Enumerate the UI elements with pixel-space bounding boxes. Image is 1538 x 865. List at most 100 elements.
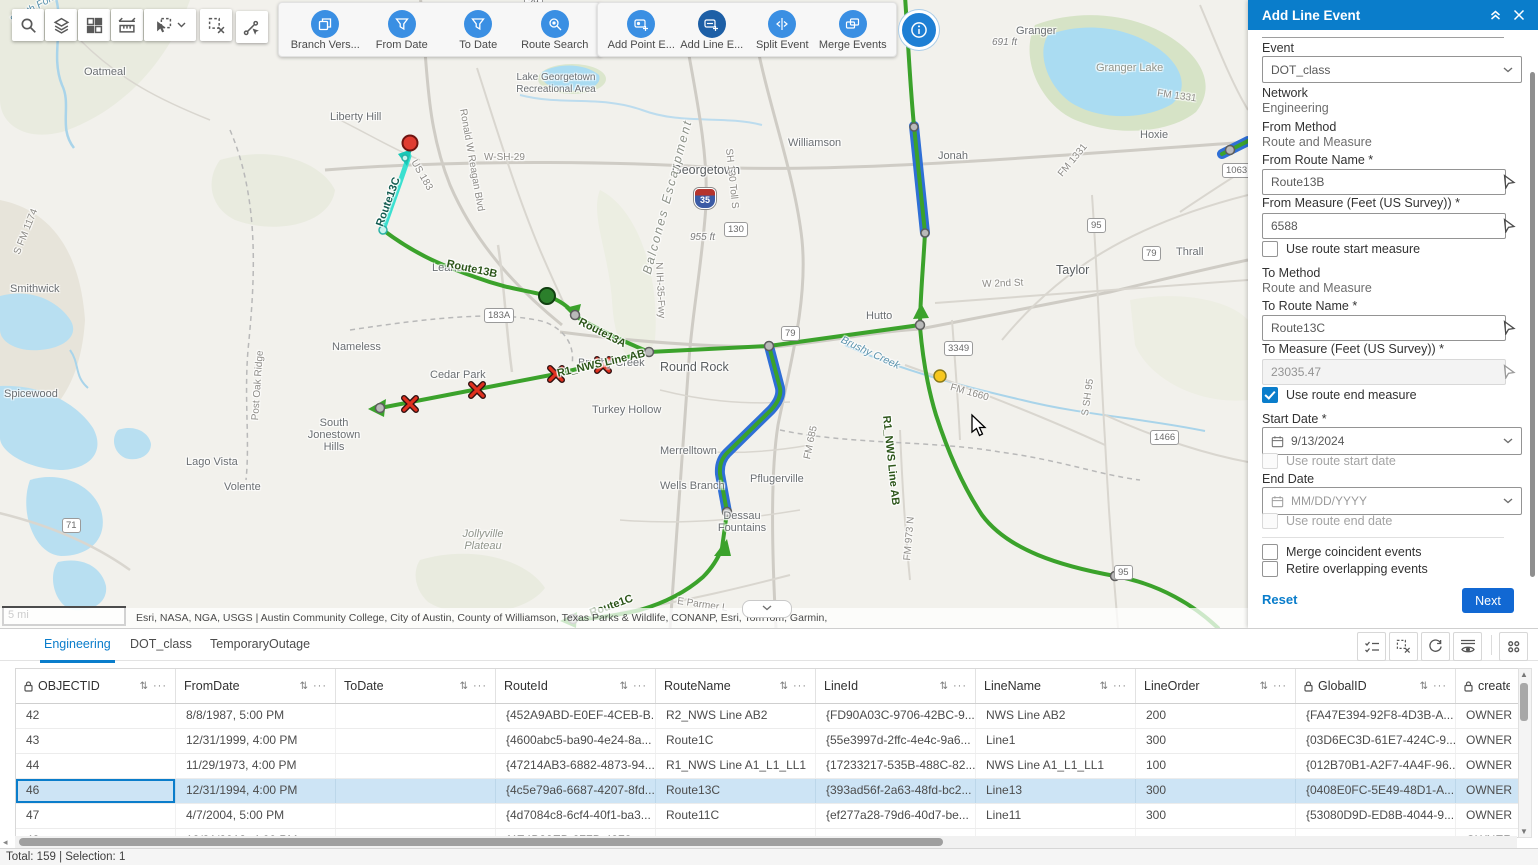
column-header-routeid[interactable]: RouteId⇅··· [496, 669, 656, 703]
column-header-linename[interactable]: LineName⇅··· [976, 669, 1136, 703]
pick-to-route-button[interactable] [1500, 316, 1518, 338]
pick-from-route-button[interactable] [1500, 170, 1518, 192]
sort-icon[interactable]: ⇅ [780, 681, 788, 692]
retire-overlapping-events-checkbox[interactable]: Retire overlapping events [1262, 561, 1428, 577]
tab-temporary-outage[interactable]: TemporaryOutage [206, 629, 314, 660]
clear-selection-button[interactable] [200, 9, 232, 41]
table-vertical-scrollbar[interactable]: ▲ ▼ [1518, 668, 1532, 838]
town-label: Hoxie [1140, 129, 1168, 141]
select-button[interactable] [144, 9, 196, 41]
refresh-button[interactable] [1421, 632, 1450, 661]
sort-icon[interactable]: ⇅ [1260, 681, 1268, 692]
map-pointer-icon [1502, 218, 1516, 233]
route-shield: 3349 [944, 341, 973, 356]
red-point-marker[interactable] [403, 136, 418, 151]
panel-header: Add Line Event [1248, 0, 1538, 30]
column-header-globalid[interactable]: GlobalID⇅··· [1296, 669, 1456, 703]
table-row[interactable]: 4411/29/1973, 4:00 PM{47214AB3-6882-4873… [16, 754, 1518, 779]
to-date-button[interactable]: To Date [442, 8, 514, 51]
scroll-down-arrow[interactable]: ▼ [1519, 827, 1529, 836]
sort-icon[interactable]: ⇅ [460, 681, 468, 692]
toggle-field-visibility-button[interactable] [1453, 632, 1482, 661]
measure-button[interactable] [111, 9, 143, 41]
scrollbar-thumb[interactable] [1520, 683, 1528, 721]
yellow-point-marker[interactable] [934, 370, 946, 382]
from-measure-input[interactable]: 6588 [1262, 213, 1506, 239]
scroll-up-arrow[interactable]: ▲ [1519, 670, 1529, 679]
info-button[interactable] [899, 10, 939, 50]
end-date-input[interactable]: MM/DD/YYYY [1262, 487, 1522, 515]
reset-link[interactable]: Reset [1262, 592, 1297, 607]
table-row[interactable]: 474/7/2004, 5:00 PM{4d7084c8-6cf4-40f1-b… [16, 804, 1518, 829]
from-date-button[interactable]: From Date [366, 8, 438, 51]
to-route-input[interactable]: Route13C [1262, 315, 1506, 341]
basemap-button[interactable] [78, 9, 110, 41]
select-events-tool-button[interactable] [236, 11, 268, 43]
use-route-end-measure-checkbox[interactable]: Use route end measure [1262, 387, 1417, 403]
route-search-button[interactable]: Route Search [519, 8, 591, 51]
layers-button[interactable] [45, 9, 77, 41]
lock-icon [24, 681, 33, 692]
column-menu-icon[interactable]: ··· [313, 680, 327, 692]
column-menu-icon[interactable]: ··· [153, 680, 167, 692]
table-row[interactable]: 428/8/1987, 5:00 PM{452A9ABD-E0EF-4CEB-B… [16, 704, 1518, 729]
next-button[interactable]: Next [1462, 588, 1514, 613]
column-menu-icon[interactable]: ··· [1113, 680, 1127, 692]
use-route-start-measure-checkbox[interactable]: Use route start measure [1262, 241, 1420, 257]
green-point-marker[interactable] [539, 288, 555, 304]
attribution-collapse-button[interactable] [742, 600, 792, 618]
split-event-icon [768, 10, 796, 38]
tab-engineering[interactable]: Engineering [40, 629, 115, 663]
scrollbar-thumb[interactable] [19, 838, 943, 846]
to-measure-label: To Measure (Feet (US Survey)) * [1262, 342, 1524, 356]
column-menu-icon[interactable]: ··· [953, 680, 967, 692]
collapse-panel-button[interactable] [1486, 6, 1504, 24]
column-header-objectid[interactable]: OBJECTID⇅··· [16, 669, 176, 703]
event-select[interactable]: DOT_class [1262, 56, 1522, 83]
table-row[interactable]: 4312/31/1999, 4:00 PM{4600abc5-ba90-4e24… [16, 729, 1518, 754]
column-menu-icon[interactable]: ··· [1273, 680, 1287, 692]
column-header-fromdate[interactable]: FromDate⇅··· [176, 669, 336, 703]
sort-icon[interactable]: ⇅ [300, 681, 308, 692]
tab-dot-class[interactable]: DOT_class [126, 629, 196, 660]
map-canvas[interactable]: Oatmeal Liberty Hill Smithwick Nameless … [0, 0, 1248, 628]
sort-icon[interactable]: ⇅ [940, 681, 948, 692]
table-options-button[interactable] [1499, 632, 1528, 661]
table-row-selected[interactable]: 4612/31/1994, 4:00 PM{4c5e79a6-6687-4207… [16, 779, 1518, 804]
start-date-label: Start Date * [1262, 412, 1524, 426]
column-menu-icon[interactable]: ··· [1433, 680, 1447, 692]
pick-from-measure-button[interactable] [1500, 214, 1518, 236]
split-event-button[interactable]: Split Event [747, 8, 818, 51]
column-header-todate[interactable]: ToDate⇅··· [336, 669, 496, 703]
column-header-lineorder[interactable]: LineOrder⇅··· [1136, 669, 1296, 703]
table-horizontal-scrollbar[interactable]: ◂ [15, 836, 1517, 848]
show-selected-records-button[interactable] [1357, 632, 1386, 661]
add-line-event-button[interactable]: Add Line E... [677, 8, 748, 51]
branch-version-button[interactable]: Branch Vers... [289, 8, 361, 51]
sort-icon[interactable]: ⇅ [1100, 681, 1108, 692]
sort-icon[interactable]: ⇅ [620, 681, 628, 692]
close-panel-button[interactable] [1510, 6, 1528, 24]
from-route-input[interactable]: Route13B [1262, 169, 1506, 195]
add-point-event-button[interactable]: Add Point E... [606, 8, 677, 51]
column-header-create[interactable]: create [1456, 669, 1518, 703]
column-header-routename[interactable]: RouteName⇅··· [656, 669, 816, 703]
merge-events-button[interactable]: Merge Events [818, 8, 889, 51]
network-label: Network [1262, 86, 1524, 100]
clear-table-selection-button[interactable] [1389, 632, 1418, 661]
scroll-left-arrow[interactable]: ◂ [3, 836, 8, 848]
sort-icon[interactable]: ⇅ [140, 681, 148, 692]
column-menu-icon[interactable]: ··· [473, 680, 487, 692]
column-header-lineid[interactable]: LineId⇅··· [816, 669, 976, 703]
use-route-end-date-checkbox: Use route end date [1262, 513, 1392, 529]
start-date-input[interactable]: 9/13/2024 [1262, 427, 1522, 455]
column-menu-icon[interactable]: ··· [793, 680, 807, 692]
use-route-start-date-checkbox: Use route start date [1262, 453, 1396, 469]
panel-scrollbar[interactable] [1530, 72, 1535, 577]
merge-coincident-events-checkbox[interactable]: Merge coincident events [1262, 544, 1422, 560]
route-shield: 79 [781, 326, 800, 341]
column-menu-icon[interactable]: ··· [633, 680, 647, 692]
search-button[interactable] [12, 9, 44, 41]
sort-icon[interactable]: ⇅ [1420, 681, 1428, 692]
from-method-label: From Method [1262, 120, 1524, 134]
